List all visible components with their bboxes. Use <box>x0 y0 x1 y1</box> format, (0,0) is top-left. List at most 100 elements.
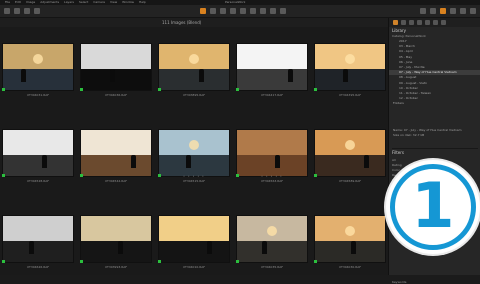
color-tag-icon[interactable] <box>80 88 83 91</box>
exposure-tab-icon[interactable] <box>425 20 430 25</box>
color-tag-icon[interactable] <box>158 174 161 177</box>
pan-tool-icon[interactable] <box>210 8 216 14</box>
filters-header[interactable]: Filters <box>392 148 478 155</box>
thumbnail-image[interactable] <box>158 129 230 177</box>
color-tag-icon[interactable] <box>80 174 83 177</box>
zoom-tool-icon[interactable] <box>220 8 226 14</box>
rotate-tool-icon[interactable] <box>240 8 246 14</box>
export-icon[interactable] <box>14 8 20 14</box>
thumbnail-item[interactable]: XT304528.RAF <box>0 127 76 189</box>
thumbnail-item[interactable]: XT304010.RAF <box>156 213 232 275</box>
menu-item-edit[interactable]: Edit <box>15 0 21 4</box>
thumbnail-item[interactable]: XT304395.RAF <box>312 41 388 103</box>
menu-item-window[interactable]: Window <box>122 0 134 4</box>
thumbnail-item[interactable]: XT304417.RAF <box>234 41 310 103</box>
menu-item-layers[interactable]: Layers <box>64 0 74 4</box>
color-tag-icon[interactable] <box>2 88 5 91</box>
color-tag-icon[interactable] <box>158 88 161 91</box>
thumbnail-image[interactable] <box>80 43 152 91</box>
lens-tab-icon[interactable] <box>409 20 414 25</box>
thumbnail-item[interactable]: XT304589.RAF <box>312 127 388 189</box>
menu-item-view[interactable]: View <box>110 0 117 4</box>
figure-silhouette <box>29 241 34 254</box>
thumbnail-image[interactable] <box>80 215 152 263</box>
menu-item-camera[interactable]: Camera <box>93 0 105 4</box>
capture-one-logo: 1 <box>386 160 480 254</box>
cursor-tool-icon[interactable] <box>200 8 206 14</box>
catalog-name: Catalog: PersonalWork <box>392 34 426 38</box>
folder-tree: 2017 03 - March 04 - April 05 - May 06 - Jun… <box>389 39 480 106</box>
menu-item-help[interactable]: Help <box>139 0 146 4</box>
thumbnail-item[interactable]: XT304030.RAF <box>312 213 388 275</box>
redo-icon[interactable] <box>34 8 40 14</box>
figure-silhouette <box>275 155 280 168</box>
figure-silhouette <box>21 69 26 82</box>
menu-item-select[interactable]: Select <box>79 0 88 4</box>
thumbnail-image[interactable] <box>314 43 386 91</box>
color-tag-icon[interactable] <box>2 260 5 263</box>
thumbnail-item[interactable]: • • • • • XT304515.RAF <box>156 127 232 189</box>
thumbnail-item[interactable]: XT304035.RAF <box>234 213 310 275</box>
sun-shape <box>189 54 199 64</box>
thumbnail-image[interactable] <box>2 43 74 91</box>
sun-shape <box>345 226 355 236</box>
menu-item-file[interactable]: File <box>5 0 10 4</box>
thumbnail-image[interactable] <box>80 129 152 177</box>
color-tab-icon[interactable] <box>417 20 422 25</box>
thumbnail-item[interactable]: XT303993.RAF <box>78 213 154 275</box>
rating-stars[interactable]: • • • • • <box>234 174 310 178</box>
color-tag-icon[interactable] <box>236 260 239 263</box>
thumbnail-image[interactable] <box>314 129 386 177</box>
menu-item-adjustments[interactable]: Adjustments <box>40 0 59 4</box>
color-tag-icon[interactable] <box>158 260 161 263</box>
thumbnail-item[interactable]: XT303895.RAF <box>156 41 232 103</box>
details-tab-icon[interactable] <box>433 20 438 25</box>
color-tag-icon[interactable] <box>80 260 83 263</box>
crop-tool-icon[interactable] <box>230 8 236 14</box>
keystone-tool-icon[interactable] <box>250 8 256 14</box>
focus-mask-icon[interactable] <box>450 8 456 14</box>
keywords-header[interactable]: Keywords <box>392 280 406 284</box>
color-tag-icon[interactable] <box>314 174 317 177</box>
thumbnail-image[interactable] <box>158 215 230 263</box>
thumbnail-image[interactable] <box>158 43 230 91</box>
thumbnail-image[interactable] <box>236 215 308 263</box>
compare-icon[interactable] <box>460 8 466 14</box>
thumbnail-image[interactable] <box>2 215 74 263</box>
thumbnail-image[interactable] <box>236 129 308 177</box>
thumbnail-image[interactable] <box>2 129 74 177</box>
thumbnail-ground <box>159 155 229 176</box>
color-tag-icon[interactable] <box>2 174 5 177</box>
color-tag-icon[interactable] <box>314 260 317 263</box>
thumbnail-filename: XT304036.RAF <box>105 93 127 97</box>
thumbnail-image[interactable] <box>314 215 386 263</box>
thumbnail-ground <box>237 241 307 262</box>
import-icon[interactable] <box>4 8 10 14</box>
capture-tab-icon[interactable] <box>401 20 406 25</box>
color-tag-icon[interactable] <box>236 174 239 177</box>
undo-icon[interactable] <box>24 8 30 14</box>
color-tag-icon[interactable] <box>314 88 317 91</box>
brush-tool-icon[interactable] <box>260 8 266 14</box>
thumbnail-item[interactable]: XT304544.RAF <box>78 127 154 189</box>
thumbnail-item[interactable]: • • • • • XT304563.RAF <box>234 127 310 189</box>
figure-silhouette <box>207 241 212 254</box>
thumbnail-item[interactable]: XT304626.RAF <box>0 213 76 275</box>
thumbnail-grid[interactable]: XT304031.RAF XT304036.RAF XT303895.RAF XT30… <box>0 27 388 275</box>
thumbnail-item[interactable]: XT304031.RAF <box>0 41 76 103</box>
rating-stars[interactable]: • • • • • <box>156 174 232 178</box>
picker-tool-icon[interactable] <box>280 8 286 14</box>
color-tag-icon[interactable] <box>236 88 239 91</box>
thumbnail-item[interactable]: XT304036.RAF <box>78 41 154 103</box>
eraser-tool-icon[interactable] <box>270 8 276 14</box>
help-icon[interactable] <box>470 8 476 14</box>
metadata-tab-icon[interactable] <box>441 20 446 25</box>
folders-header[interactable]: Folders <box>389 101 480 106</box>
menu-item-image[interactable]: Image <box>26 0 35 4</box>
viewer-icon[interactable] <box>430 8 436 14</box>
library-tab-icon[interactable] <box>393 20 398 25</box>
grid-view-icon[interactable] <box>420 8 426 14</box>
sun-shape <box>345 140 355 150</box>
exposure-warning-icon[interactable] <box>440 8 446 14</box>
thumbnail-image[interactable] <box>236 43 308 91</box>
